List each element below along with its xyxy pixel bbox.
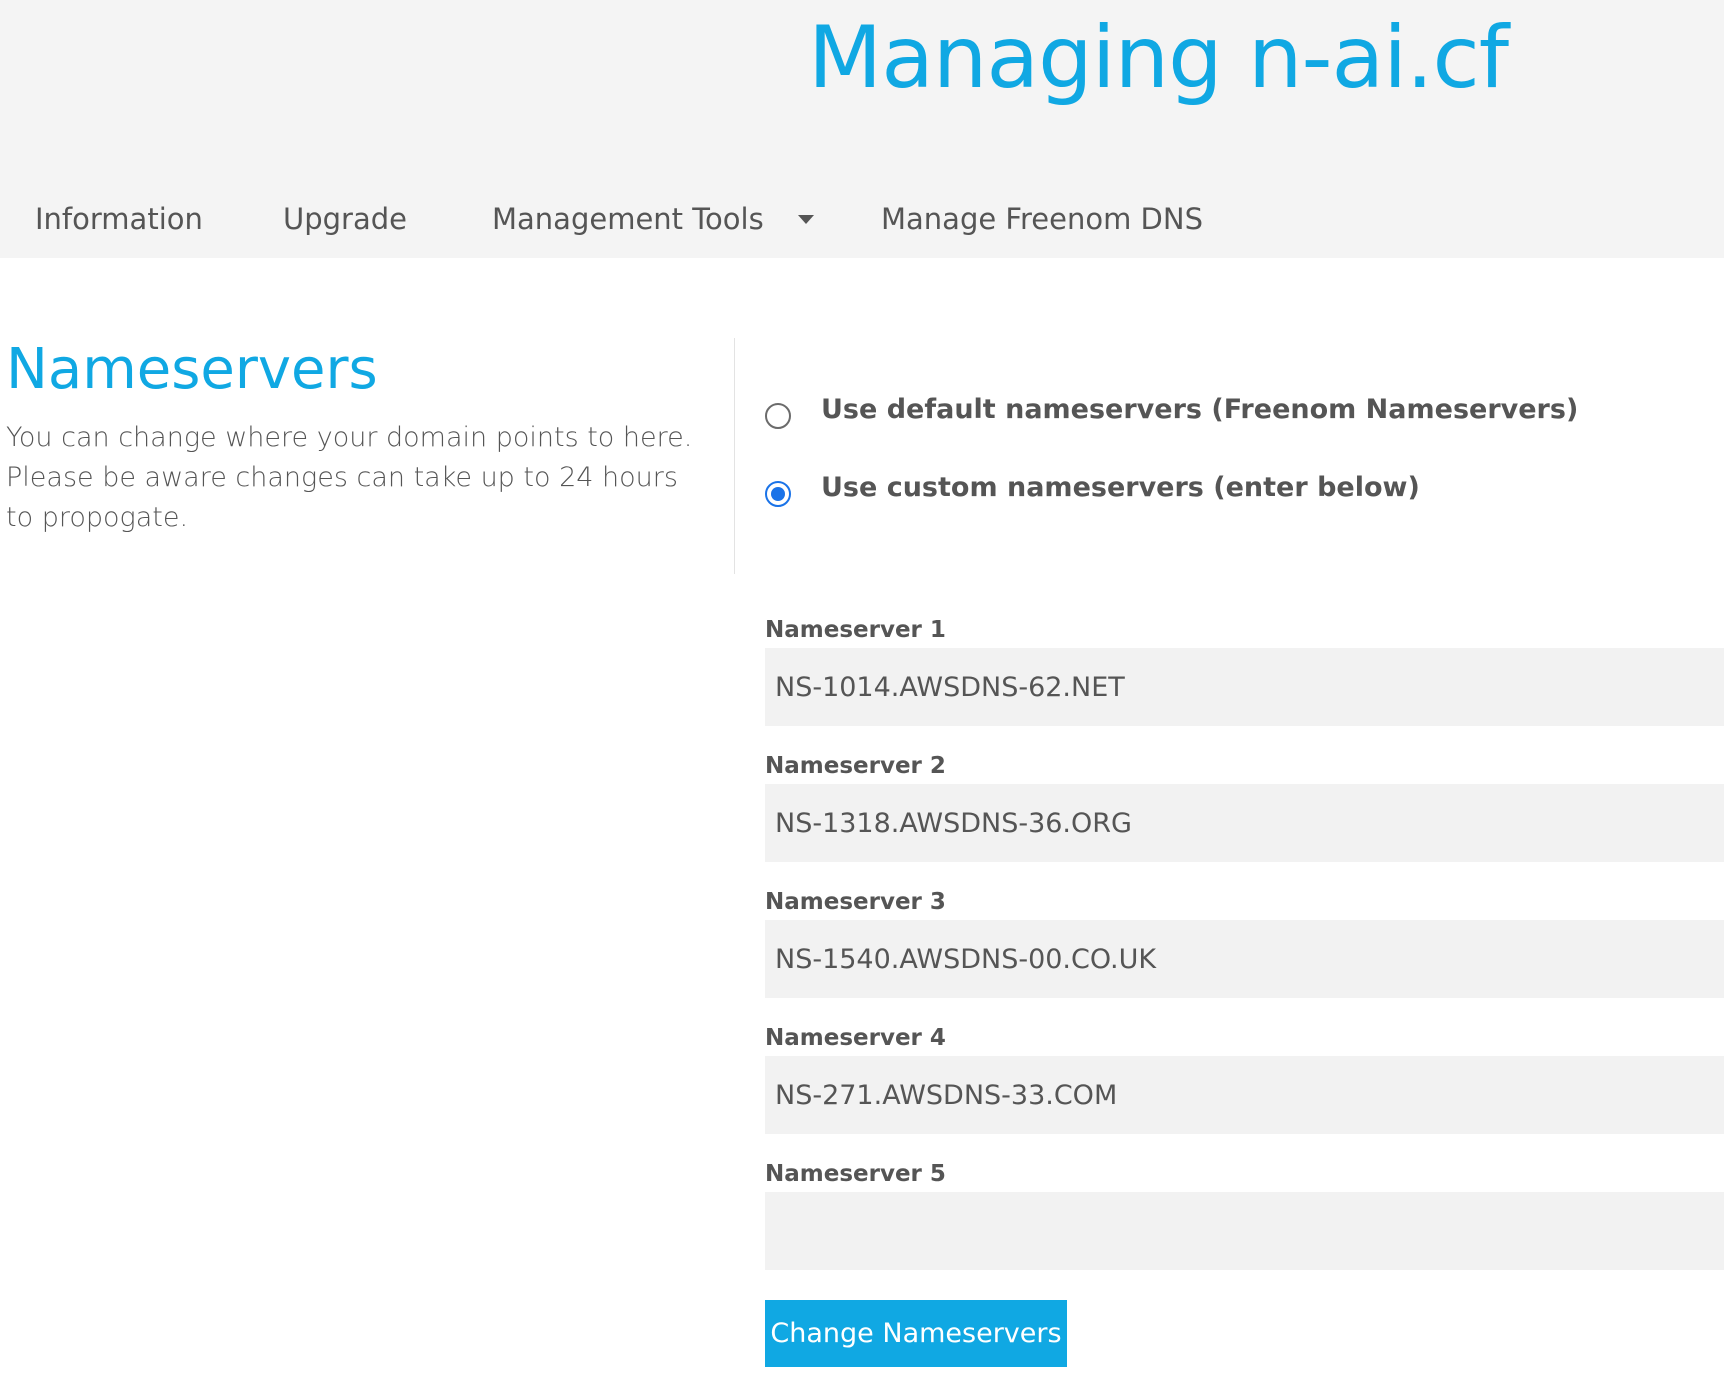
section-description: You can change where your domain points …	[6, 422, 693, 533]
nav-tab-management-tools-label: Management Tools	[492, 202, 764, 236]
nav-tab-management-tools[interactable]: Management Tools	[492, 196, 814, 242]
nameserver-5-label: Nameserver 5	[765, 1161, 946, 1187]
page-title: Managing n-ai.cf	[808, 8, 1509, 108]
domain-nav: Information Upgrade Management Tools Man…	[0, 196, 1724, 246]
radio-default-label: Use default nameservers (Freenom Nameser…	[821, 394, 1579, 425]
nameserver-2-input[interactable]	[765, 784, 1724, 862]
radio-default-icon[interactable]	[765, 402, 791, 429]
caret-down-icon	[797, 214, 814, 224]
nameserver-1-input[interactable]	[765, 648, 1724, 726]
column-divider	[734, 338, 735, 574]
nameservers-intro: Nameservers You can change where your do…	[6, 338, 706, 538]
nameserver-5-input[interactable]	[765, 1192, 1724, 1270]
nameserver-3-label: Nameserver 3	[765, 889, 946, 915]
nameserver-2-label: Nameserver 2	[765, 753, 946, 779]
nameserver-1-label: Nameserver 1	[765, 617, 946, 643]
radio-option-default[interactable]: Use default nameservers (Freenom Nameser…	[765, 394, 1578, 431]
nameserver-3-input[interactable]	[765, 920, 1724, 998]
nav-tab-upgrade[interactable]: Upgrade	[283, 196, 407, 242]
nav-tab-information[interactable]: Information	[35, 196, 203, 242]
radio-option-custom[interactable]: Use custom nameservers (enter below)	[765, 472, 1420, 509]
nameserver-4-input[interactable]	[765, 1056, 1724, 1134]
nav-tab-manage-freenom-dns[interactable]: Manage Freenom DNS	[881, 196, 1203, 242]
change-nameservers-button[interactable]: Change Nameservers	[765, 1300, 1067, 1367]
radio-custom-label: Use custom nameservers (enter below)	[821, 472, 1420, 503]
page-header: Managing n-ai.cf Information Upgrade Man…	[0, 0, 1724, 258]
section-title: Nameservers	[6, 337, 378, 402]
nameserver-4-label: Nameserver 4	[765, 1025, 946, 1051]
radio-custom-icon[interactable]	[765, 480, 791, 507]
